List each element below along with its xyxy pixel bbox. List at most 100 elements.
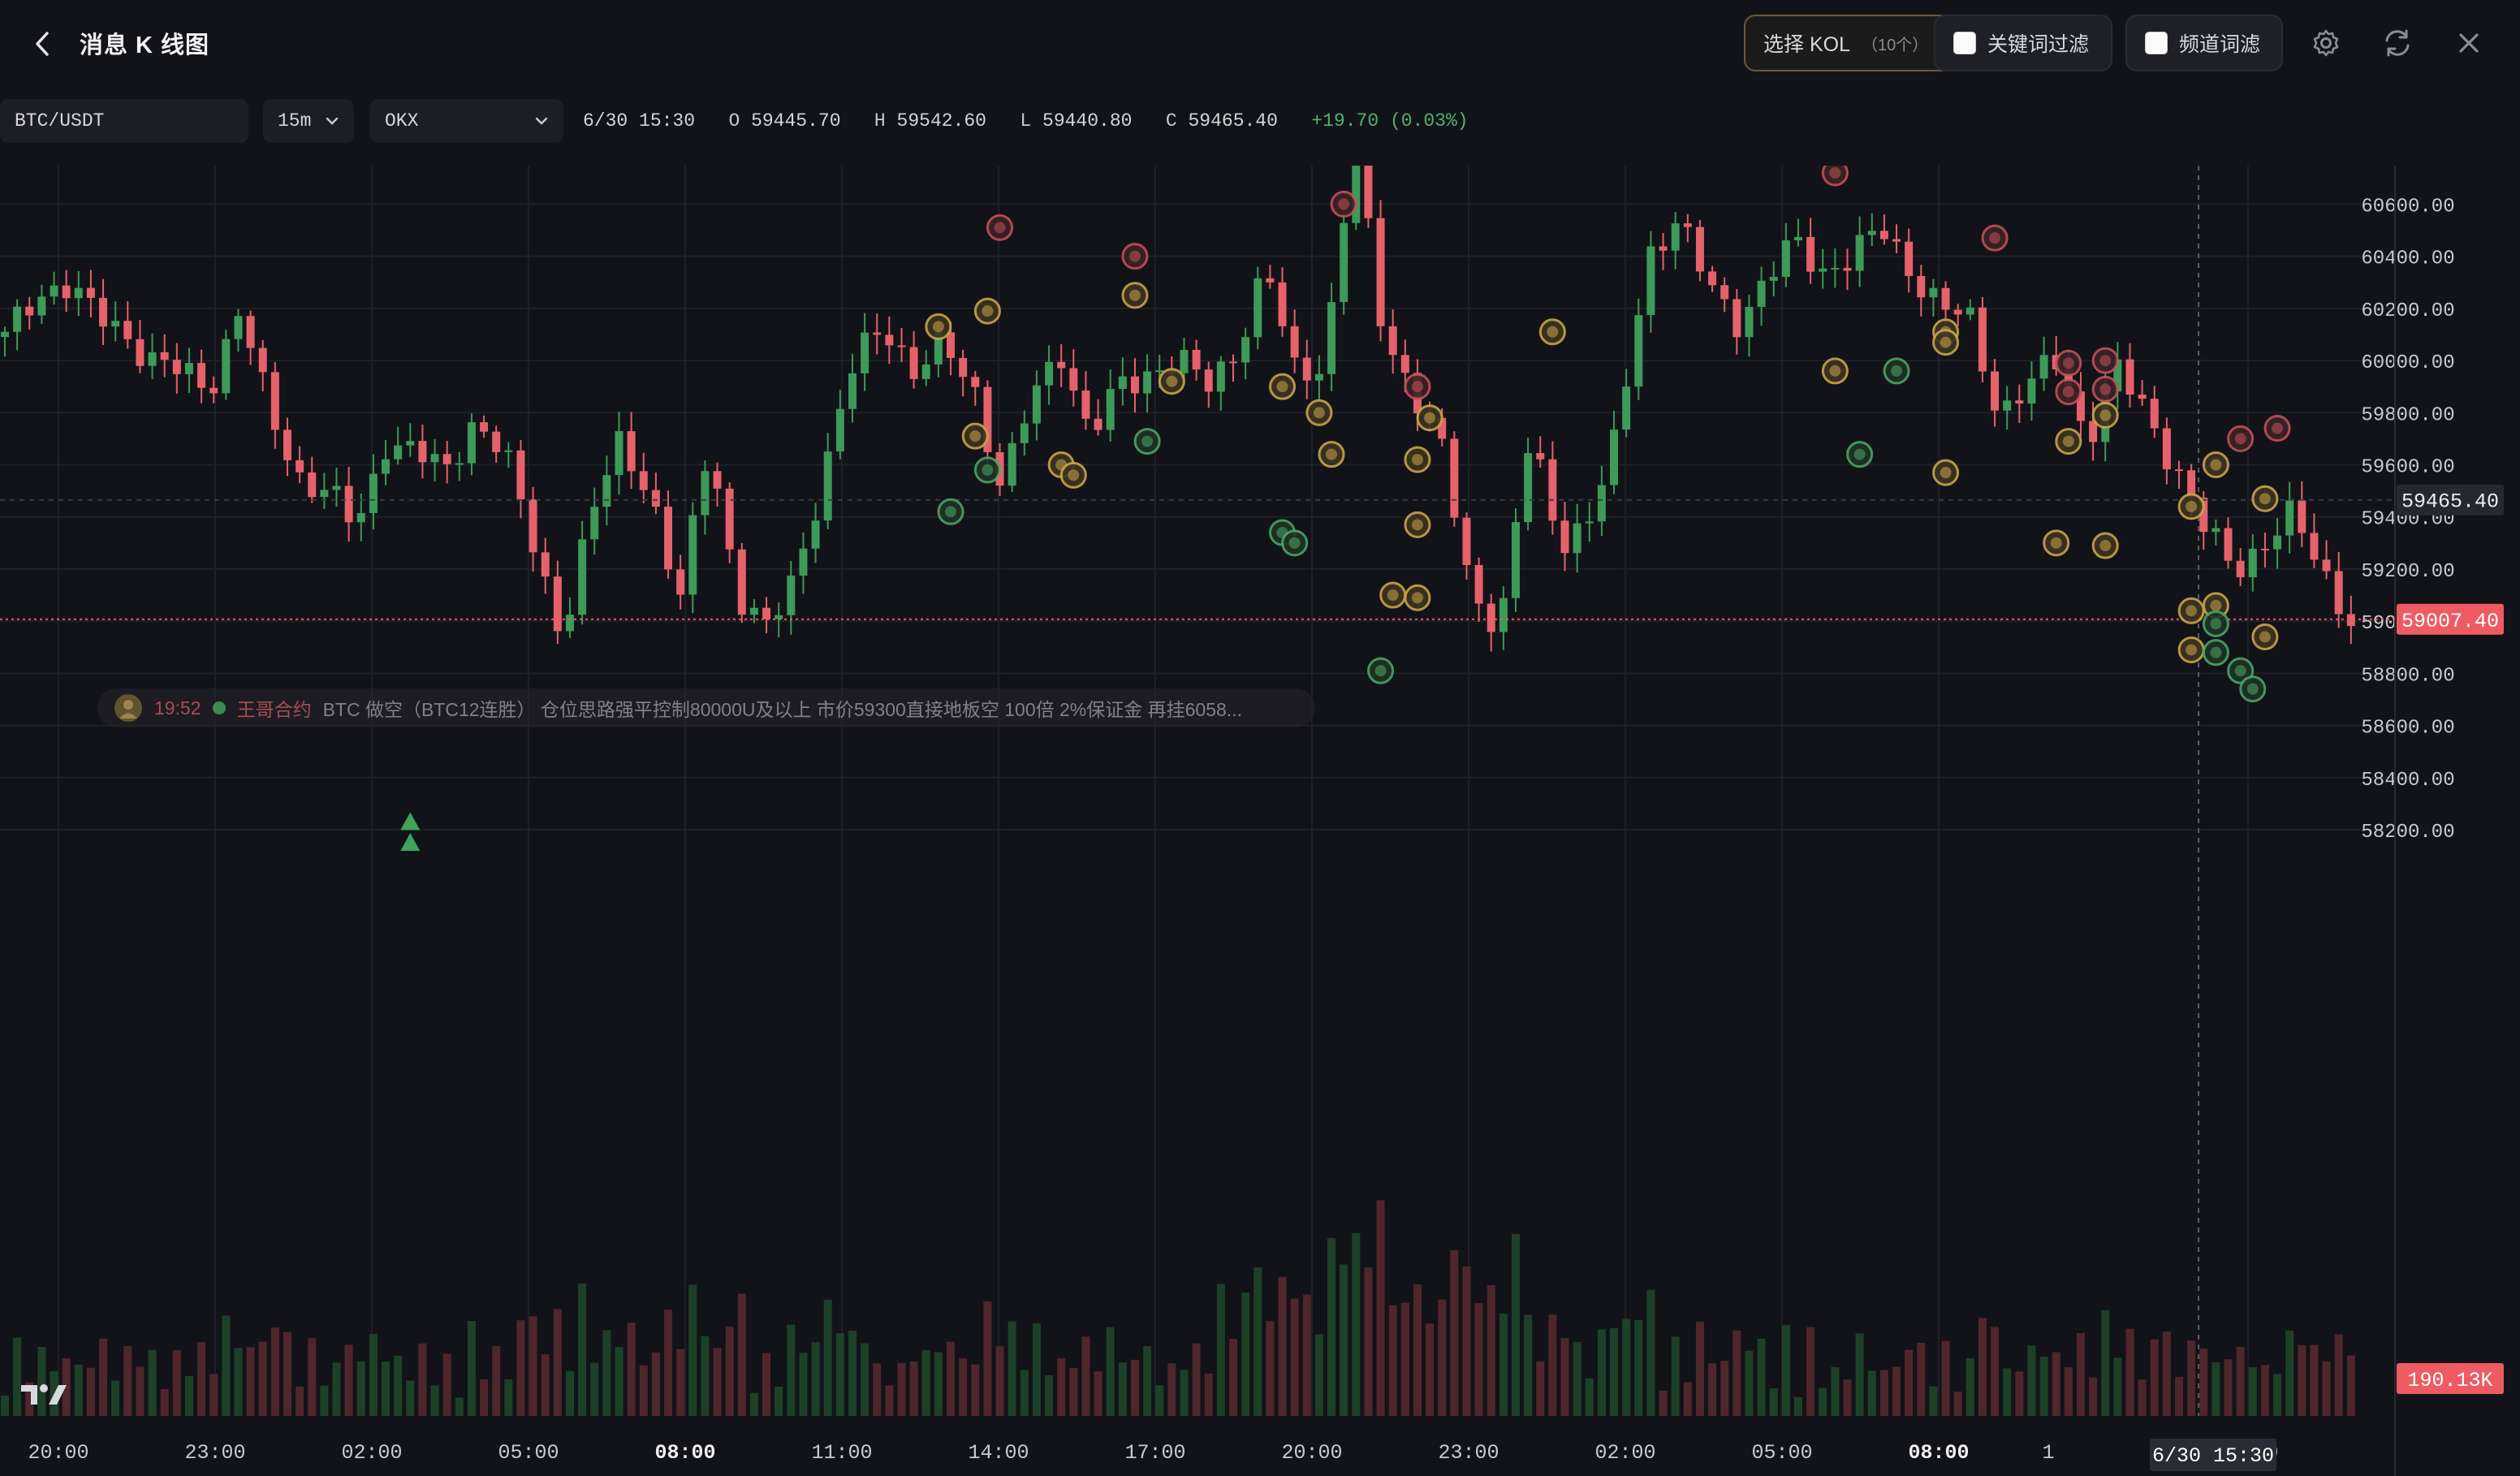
candlestick-chart[interactable]: 61000.0060800.0060600.0060400.0060200.00… (0, 166, 2520, 1476)
volume-bar (74, 1364, 83, 1416)
interval-select[interactable]: 15m (263, 99, 354, 143)
volume-bar (1966, 1357, 1974, 1416)
candle (2015, 400, 2024, 404)
news-marker-avatar (1141, 435, 1154, 447)
volume-bar (1953, 1392, 1962, 1416)
keyword-filter-toggle[interactable]: 关键词过滤 (1934, 15, 2112, 71)
volume-bar (615, 1347, 624, 1416)
candle (160, 352, 169, 360)
candle (320, 490, 329, 498)
volume-bar (369, 1334, 378, 1416)
y-tick-label: 58800.00 (2361, 665, 2454, 687)
candle (1020, 423, 1029, 443)
news-marker-avatar (2050, 537, 2062, 549)
volume-bar (835, 1333, 844, 1416)
ohlc-low: 59440.80 (1042, 110, 1133, 132)
candle (1978, 307, 1987, 372)
candle (799, 548, 808, 576)
refresh-button[interactable] (2379, 24, 2416, 62)
candle (2003, 400, 2012, 411)
channel-filter-checkbox[interactable] (2145, 32, 2168, 54)
volume-bar (1216, 1284, 1225, 1416)
candle (62, 285, 71, 299)
channel-filter-toggle[interactable]: 频道词滤 (2125, 15, 2283, 71)
volume-bar (2322, 1361, 2331, 1416)
volume-bar (1757, 1338, 1766, 1416)
volume-bar (627, 1323, 636, 1416)
back-button[interactable] (24, 24, 60, 63)
candle (1094, 418, 1102, 430)
y-tick-label: 60400.00 (2361, 248, 2454, 270)
volume-bar (1646, 1289, 1655, 1416)
news-marker-avatar (1326, 448, 1338, 460)
gear-icon (2313, 29, 2339, 57)
volume-bar (1978, 1318, 1987, 1416)
select-kol-button[interactable]: 选择 KOL （10个） (1744, 15, 1960, 71)
volume-bar (1560, 1338, 1569, 1416)
candle (1364, 166, 1373, 218)
candle (1032, 385, 1041, 424)
candle (1892, 239, 1901, 242)
candle (2334, 571, 2343, 615)
news-banner[interactable]: 19:52 王哥合约 BTC 做空（BTC12连胜） 仓位思路强平控制80000… (97, 688, 1315, 727)
x-tick-label: 05:00 (498, 1441, 559, 1465)
volume-bar (2346, 1355, 2355, 1416)
volume-bar (467, 1320, 476, 1416)
volume-bar (787, 1324, 796, 1416)
news-marker-avatar (1411, 381, 1423, 393)
volume-bar (516, 1320, 525, 1416)
settings-button[interactable] (2307, 24, 2345, 62)
candle (123, 321, 132, 339)
candle (1867, 231, 1876, 235)
volume-bar (344, 1344, 353, 1416)
volume-bar (1671, 1336, 1680, 1416)
candle (1683, 223, 1692, 227)
volume-bar (1720, 1361, 1729, 1416)
candle (455, 463, 464, 465)
news-marker-avatar (1411, 454, 1423, 466)
news-marker-avatar (1166, 375, 1178, 387)
volume-bar (799, 1353, 808, 1416)
news-marker-avatar (1374, 665, 1387, 677)
news-marker-avatar (932, 321, 944, 333)
candle (184, 363, 193, 374)
news-marker-avatar (2210, 459, 2222, 471)
x-tick-label: 20:00 (1281, 1441, 1342, 1465)
ohlc-high: 59542.60 (896, 110, 986, 132)
candle (2162, 428, 2171, 470)
volume-bar (136, 1366, 145, 1416)
candle (1106, 389, 1115, 430)
news-marker-avatar (982, 464, 994, 476)
candle (590, 507, 599, 540)
candle (283, 429, 291, 460)
candle (1966, 307, 1974, 315)
candle (504, 450, 513, 452)
volume-bar (356, 1361, 365, 1416)
candle (1278, 282, 1287, 326)
volume-bar (651, 1352, 660, 1416)
volume-bar (308, 1338, 317, 1416)
symbol-input[interactable]: BTC/USDT (0, 99, 248, 143)
candle (749, 607, 758, 615)
news-marker-avatar (994, 222, 1006, 234)
candle (1130, 376, 1139, 394)
keyword-filter-checkbox[interactable] (1953, 32, 1976, 54)
news-marker-avatar (1387, 589, 1399, 602)
volume-label: 190.13K (2407, 1369, 2492, 1392)
volume-bar (270, 1327, 279, 1416)
x-tick-label: 11:00 (811, 1441, 872, 1465)
y-tick-label: 60000.00 (2361, 352, 2454, 374)
candle (2298, 500, 2306, 533)
exchange-select[interactable]: OKX (370, 99, 563, 143)
candle (394, 445, 403, 460)
candle (861, 332, 869, 373)
close-button[interactable] (2450, 24, 2488, 62)
candle (418, 441, 427, 463)
candle (1229, 361, 1237, 364)
volume-bar (2199, 1349, 2208, 1416)
y-tick-label: 59800.00 (2361, 404, 2454, 426)
volume-bar (1499, 1313, 1508, 1416)
candle (1548, 459, 1557, 521)
candle (99, 297, 108, 327)
source-status-dot (212, 701, 226, 714)
